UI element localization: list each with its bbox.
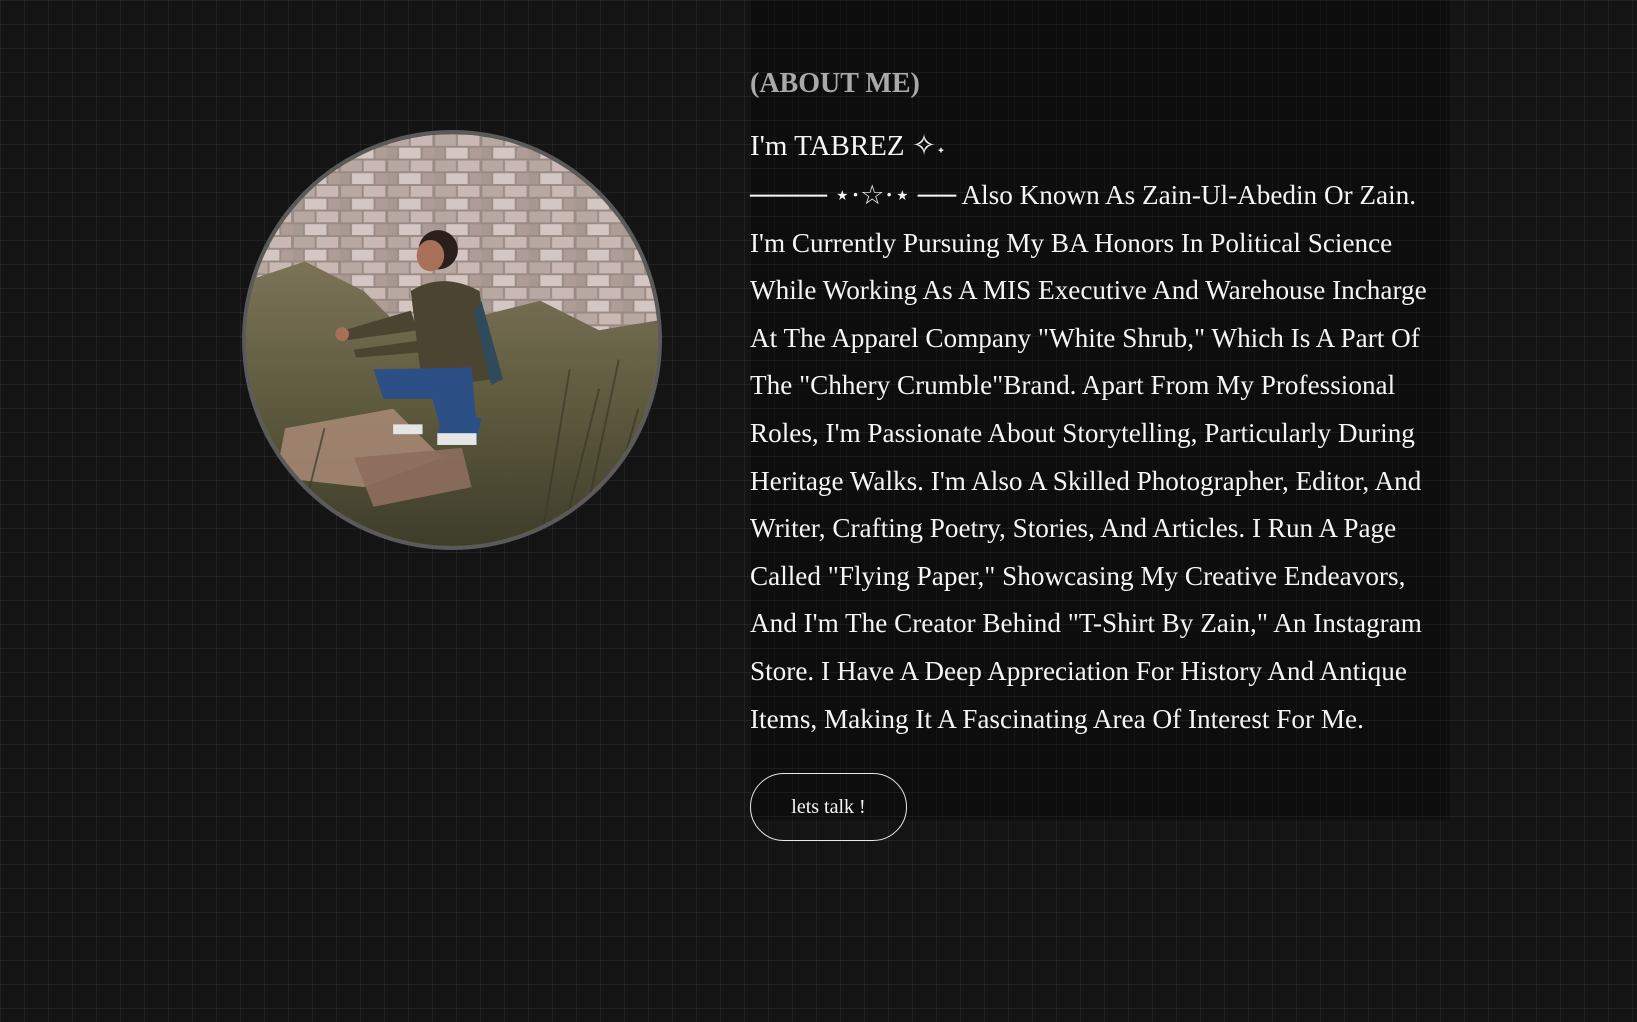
profile-photo — [242, 130, 662, 550]
greeting-heading: I'm TABREZ ✧˖ — [750, 130, 946, 162]
about-content: (ABOUT ME) I'm TABREZ ✧˖ ──── ⋆⋅☆⋅⋆ ── A… — [750, 62, 1450, 743]
profile-photo-image — [246, 134, 658, 546]
lets-talk-button[interactable]: lets talk ! — [750, 773, 907, 841]
about-section: (ABOUT ME) I'm TABREZ ✧˖ ──── ⋆⋅☆⋅⋆ ── A… — [0, 0, 1637, 1022]
section-eyebrow: (ABOUT ME) — [750, 68, 920, 99]
bio-paragraph: ──── ⋆⋅☆⋅⋆ ── Also Known As Zain-Ul-Abed… — [750, 180, 1427, 734]
